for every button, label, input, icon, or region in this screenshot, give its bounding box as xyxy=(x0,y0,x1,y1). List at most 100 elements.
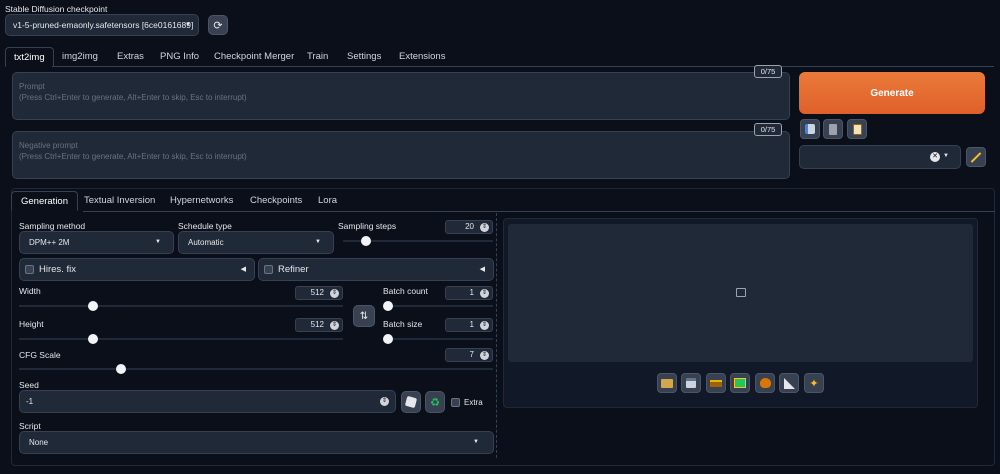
cfg-scale-value: 7 xyxy=(469,350,474,359)
send-to-upscale-button[interactable]: ✦ xyxy=(804,373,824,393)
tab-hypernetworks[interactable]: Hypernetworks xyxy=(170,191,233,211)
image-icon xyxy=(736,288,746,297)
slider-thumb[interactable] xyxy=(383,334,393,344)
batch-count-input[interactable]: 1 ⇕ xyxy=(445,286,493,300)
tab-png-info[interactable]: PNG Info xyxy=(160,47,199,67)
prompt-label: Prompt xyxy=(19,82,45,91)
tab-settings[interactable]: Settings xyxy=(347,47,381,67)
swap-dimensions-button[interactable]: ⇅ xyxy=(353,305,375,327)
tab-lora[interactable]: Lora xyxy=(318,191,337,211)
cfg-scale-input[interactable]: 7 ⇕ xyxy=(445,348,493,362)
generate-button[interactable]: Generate xyxy=(799,72,985,114)
save-icon xyxy=(686,378,696,388)
edit-styles-button[interactable] xyxy=(966,147,986,167)
batch-size-input[interactable]: 1 ⇕ xyxy=(445,318,493,332)
refiner-accordion[interactable]: Refiner ◀ xyxy=(258,258,494,281)
open-folder-button[interactable] xyxy=(657,373,677,393)
subtab-divider xyxy=(83,211,995,212)
random-seed-button[interactable] xyxy=(401,391,421,413)
height-input[interactable]: 512 ⇕ xyxy=(295,318,343,332)
sampling-steps-value: 20 xyxy=(465,222,474,231)
tab-img2img[interactable]: img2img xyxy=(62,47,98,67)
tab-extensions[interactable]: Extensions xyxy=(399,47,445,67)
sampling-method-label: Sampling method xyxy=(19,221,86,231)
stepper-icon[interactable]: ⇕ xyxy=(330,289,339,298)
script-value: None xyxy=(29,438,49,447)
stepper-icon[interactable]: ⇕ xyxy=(330,321,339,330)
height-value: 512 xyxy=(310,320,324,329)
save-button[interactable] xyxy=(681,373,701,393)
stepper-icon[interactable]: ⇕ xyxy=(480,321,489,330)
clear-icon[interactable]: ✕ xyxy=(930,152,940,162)
tab-textual-inversion[interactable]: Textual Inversion xyxy=(84,191,155,211)
tab-checkpoints[interactable]: Checkpoints xyxy=(250,191,302,211)
hires-fix-label: Hires. fix xyxy=(39,264,76,275)
checkpoint-value: v1-5-pruned-emaonly.safetensors [6ce0161… xyxy=(13,20,194,30)
width-slider[interactable] xyxy=(19,301,343,311)
negative-prompt-token-counter: 0/75 xyxy=(754,123,782,136)
refresh-icon: ⟳ xyxy=(213,19,223,32)
clear-prompt-button[interactable] xyxy=(823,119,843,139)
read-params-button[interactable] xyxy=(800,119,820,139)
refiner-label: Refiner xyxy=(278,264,309,275)
collapse-arrow-icon: ◀ xyxy=(479,266,485,273)
stepper-icon[interactable]: ⇕ xyxy=(480,289,489,298)
chevron-down-icon: ▼ xyxy=(943,153,949,159)
width-label: Width xyxy=(19,286,41,296)
sparkles-icon: ✦ xyxy=(809,377,819,390)
batch-size-slider[interactable] xyxy=(383,334,493,344)
collapse-arrow-icon: ◀ xyxy=(240,266,246,273)
ruler-icon xyxy=(783,377,795,389)
script-label: Script xyxy=(19,421,41,431)
schedule-type-label: Schedule type xyxy=(178,221,232,231)
stepper-icon[interactable]: ⇕ xyxy=(480,223,489,232)
negative-prompt-label: Negative prompt xyxy=(19,141,78,150)
tab-generation[interactable]: Generation xyxy=(11,191,79,211)
send-to-extras-button[interactable] xyxy=(779,373,799,393)
negative-prompt-textarea[interactable]: Negative prompt (Press Ctrl+Enter to gen… xyxy=(12,131,790,179)
width-value: 512 xyxy=(310,288,324,297)
seed-label: Seed xyxy=(19,380,39,390)
zip-icon xyxy=(710,379,722,387)
hires-fix-checkbox[interactable] xyxy=(25,265,34,274)
batch-size-label: Batch size xyxy=(383,319,423,329)
reuse-seed-button[interactable]: ♻ xyxy=(425,391,445,413)
apply-style-button[interactable] xyxy=(847,119,867,139)
refiner-checkbox[interactable] xyxy=(264,265,273,274)
chevron-down-icon: ▼ xyxy=(473,439,479,445)
picture-icon xyxy=(734,378,746,388)
checkpoint-dropdown[interactable]: v1-5-pruned-emaonly.safetensors [6ce0161… xyxy=(5,14,199,36)
slider-thumb[interactable] xyxy=(383,301,393,311)
send-to-inpaint-button[interactable] xyxy=(755,373,775,393)
height-slider[interactable] xyxy=(19,334,343,344)
width-input[interactable]: 512 ⇕ xyxy=(295,286,343,300)
brush-icon xyxy=(970,151,982,163)
cfg-scale-label: CFG Scale xyxy=(19,350,61,360)
stepper-icon[interactable]: ⇕ xyxy=(380,397,389,406)
sampling-method-dropdown[interactable]: DPM++ 2M ▼ xyxy=(19,231,174,254)
batch-count-slider[interactable] xyxy=(383,301,493,311)
refresh-checkpoint-button[interactable]: ⟳ xyxy=(208,15,228,35)
tab-checkpoint-merger[interactable]: Checkpoint Merger xyxy=(214,47,294,67)
zip-button[interactable] xyxy=(706,373,726,393)
trash-icon xyxy=(829,123,837,135)
stepper-icon[interactable]: ⇕ xyxy=(480,351,489,360)
schedule-type-dropdown[interactable]: Automatic ▼ xyxy=(178,231,334,254)
extra-seed-checkbox[interactable] xyxy=(451,398,460,407)
batch-count-label: Batch count xyxy=(383,286,428,296)
styles-dropdown[interactable]: ✕ ▼ xyxy=(799,145,961,169)
cfg-scale-slider[interactable] xyxy=(19,364,493,374)
seed-input[interactable]: -1 ⇕ xyxy=(19,390,396,413)
sampling-steps-input[interactable]: 20 ⇕ xyxy=(445,220,493,234)
script-dropdown[interactable]: None ▼ xyxy=(19,431,494,454)
sampling-steps-label: Sampling steps xyxy=(338,221,397,231)
tab-extras[interactable]: Extras xyxy=(117,47,144,67)
hires-fix-accordion[interactable]: Hires. fix ◀ xyxy=(19,258,255,281)
schedule-type-value: Automatic xyxy=(188,238,224,247)
tab-txt2img[interactable]: txt2img xyxy=(5,47,54,67)
sampling-steps-slider[interactable] xyxy=(343,236,493,246)
send-to-img2img-button[interactable] xyxy=(730,373,750,393)
prompt-textarea[interactable]: Prompt (Press Ctrl+Enter to generate, Al… xyxy=(12,72,790,120)
tab-train[interactable]: Train xyxy=(307,47,328,67)
output-gallery xyxy=(508,224,973,362)
